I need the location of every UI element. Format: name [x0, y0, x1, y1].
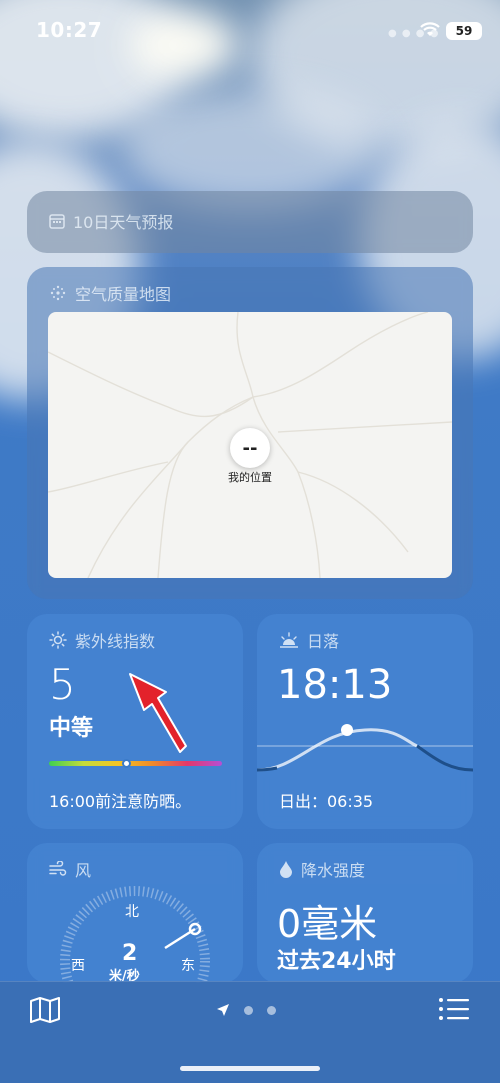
uv-level-marker — [122, 759, 132, 768]
forecast-header: 10日天气预报 — [49, 209, 173, 233]
air-quality-title: 空气质量地图 — [75, 285, 172, 304]
wind-header: 风 — [49, 857, 91, 881]
precipitation-title: 降水强度 — [301, 861, 366, 880]
air-quality-dots-icon — [50, 285, 66, 301]
sunrise-time: 日出：06:35 — [279, 792, 374, 811]
precipitation-header: 降水强度 — [279, 857, 365, 881]
sunset-title: 日落 — [307, 632, 340, 651]
precipitation-period: 过去24小时 — [277, 949, 396, 974]
precipitation-amount: 0毫米 — [277, 902, 378, 946]
sun-path-curve — [257, 724, 473, 772]
wind-icon — [49, 861, 67, 876]
sun-icon — [49, 631, 67, 649]
forecast-card[interactable]: 10日天气预报 — [27, 191, 473, 253]
sun-position-dot — [341, 724, 353, 736]
wind-title: 风 — [75, 861, 92, 880]
location-arrow-icon[interactable] — [216, 1003, 230, 1017]
air-quality-card[interactable]: 空气质量地图 -- 我的位置 — [27, 267, 473, 599]
forecast-title: 10日天气预报 — [73, 213, 174, 232]
map-icon[interactable] — [28, 996, 62, 1024]
compass-north: 北 — [125, 904, 139, 920]
status-time: 10:27 — [36, 18, 103, 42]
compass-east: 东 — [181, 958, 195, 974]
uv-level: 中等 — [49, 716, 94, 741]
precipitation-card[interactable]: 降水强度 0毫米 过去24小时 — [257, 843, 473, 983]
uv-advice: 16:00前注意防晒。 — [49, 792, 192, 811]
page-indicator[interactable] — [216, 1003, 276, 1017]
status-bar: 10:27 ● ● ● ● 59 — [0, 0, 500, 60]
uv-title: 紫外线指数 — [75, 632, 156, 651]
uv-gradient-bar — [49, 761, 222, 766]
wind-card[interactable]: 风 北 西 东 2 米/秒 — [27, 843, 243, 983]
battery-indicator: 59 — [446, 22, 482, 40]
wind-speed: 2 — [122, 941, 138, 966]
raindrop-icon — [280, 861, 292, 878]
sunset-header: 日落 — [279, 628, 339, 652]
list-icon[interactable] — [438, 996, 470, 1022]
page-dot[interactable] — [267, 1005, 276, 1015]
page-dot[interactable] — [244, 1005, 253, 1015]
air-quality-header: 空气质量地图 — [49, 281, 171, 305]
air-quality-map[interactable]: -- 我的位置 — [48, 312, 452, 578]
sunset-time: 18:13 — [277, 662, 393, 708]
sunset-card[interactable]: 日落 18:13 日出：06:35 — [257, 614, 473, 829]
uv-value: 5 — [49, 660, 76, 709]
uv-header: 紫外线指数 — [49, 628, 155, 652]
calendar-icon — [49, 214, 65, 229]
my-location-pin[interactable]: -- — [230, 428, 270, 468]
red-annotation-arrow — [129, 673, 187, 753]
wifi-icon — [420, 22, 440, 36]
compass-west: 西 — [71, 958, 85, 974]
home-indicator[interactable] — [180, 1066, 320, 1071]
sunset-icon — [280, 632, 298, 648]
my-location-label: 我的位置 — [228, 471, 272, 484]
